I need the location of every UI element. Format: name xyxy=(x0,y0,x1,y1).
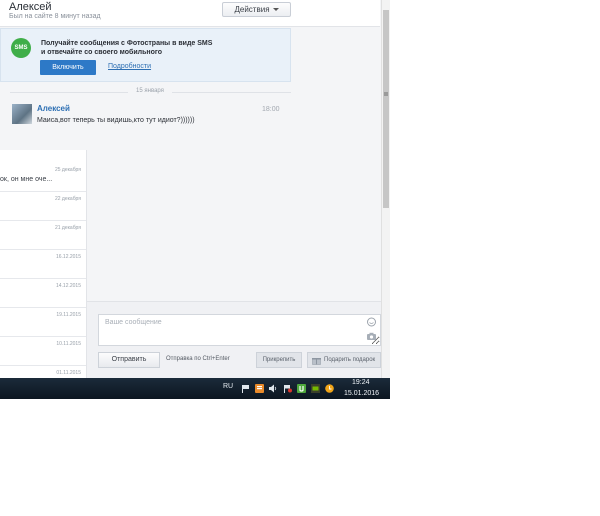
conversation-date: 01.11.2015 xyxy=(56,370,81,376)
conversation-date: 10.11.2015 xyxy=(56,341,81,347)
last-seen-status: Был на сайте 8 минут назад xyxy=(9,13,101,20)
update-icon[interactable] xyxy=(325,384,334,393)
clock-date[interactable]: 15.01.2016 xyxy=(344,390,379,397)
message-author[interactable]: Алексей xyxy=(37,104,70,113)
conversation-date: 19.11.2015 xyxy=(56,312,81,318)
details-link[interactable]: Подробности xyxy=(108,63,151,70)
scrollbar[interactable] xyxy=(381,0,390,378)
conversation-item[interactable]: 10.11.2015 xyxy=(0,337,86,366)
conversation-item[interactable]: 01.11.2015 xyxy=(0,366,86,378)
volume-icon[interactable] xyxy=(269,384,278,393)
conversation-item[interactable]: 25 декабря ок, он мне оче... xyxy=(0,163,86,192)
conversation-item[interactable]: 14.12.2015 xyxy=(0,279,86,308)
message-input[interactable] xyxy=(98,314,381,346)
utorrent-icon[interactable] xyxy=(297,384,306,393)
messenger-window: Алексей Был на сайте 8 минут назад Дейст… xyxy=(0,0,390,378)
clock-time[interactable]: 19:24 xyxy=(352,379,370,386)
attach-button[interactable]: Прикрепить xyxy=(256,352,302,368)
conversation-item[interactable]: 16.12.2015 xyxy=(0,250,86,279)
flag-icon[interactable] xyxy=(241,384,250,393)
smile-icon[interactable] xyxy=(366,317,377,327)
camera-icon[interactable] xyxy=(366,332,377,341)
chevron-down-icon xyxy=(272,8,279,12)
date-separator-label: 15 января xyxy=(128,88,172,94)
send-hint: Отправка по Ctrl+Enter xyxy=(166,356,230,362)
scrollbar-thumb[interactable] xyxy=(383,10,389,208)
actions-dropdown[interactable]: Действия xyxy=(222,2,291,17)
message-time: 18:00 xyxy=(262,106,280,113)
conversation-item[interactable]: 22 декабря xyxy=(0,192,86,221)
conversation-date: 14.12.2015 xyxy=(55,283,81,289)
app-icon[interactable] xyxy=(255,384,264,393)
nvidia-icon[interactable] xyxy=(311,384,320,393)
actions-label: Действия xyxy=(234,5,270,14)
conversation-date: 16.12.2015 xyxy=(55,254,81,260)
conversation-date: 21 декабря xyxy=(54,225,81,231)
enable-sms-button[interactable]: Включить xyxy=(40,60,96,75)
conversation-date: 25 декабря xyxy=(54,167,81,173)
flag-red-icon[interactable] xyxy=(283,384,292,393)
conversation-item[interactable]: 19.11.2015 xyxy=(0,308,86,337)
gift-button[interactable]: Подарить подарок xyxy=(307,352,381,368)
sms-promo-banner: SMS Получайте сообщения с Фотостраны в в… xyxy=(0,28,291,82)
conversation-date: 22 декабря xyxy=(54,196,81,202)
separator-line-right xyxy=(172,92,291,93)
gift-icon xyxy=(312,358,321,365)
send-button[interactable]: Отправить xyxy=(98,352,160,368)
language-indicator[interactable]: RU xyxy=(223,383,233,390)
conversation-preview: ок, он мне оче... xyxy=(0,176,53,183)
separator-line-left xyxy=(10,92,128,93)
sms-promo-line2: и отвечайте со своего мобильного xyxy=(41,49,163,56)
taskbar: RU 19:24 15.01.2016 xyxy=(0,378,390,399)
scrollbar-grip-icon xyxy=(384,92,388,96)
gift-label: Подарить подарок xyxy=(324,357,376,363)
message-text: Маиса,вот теперь ты видишь,кто тут идиот… xyxy=(37,117,195,124)
message-composer: Отправить Отправка по Ctrl+Enter Прикреп… xyxy=(87,301,381,378)
sms-promo-line1: Получайте сообщения с Фотостраны в виде … xyxy=(41,40,213,47)
sms-promo-text: Получайте сообщения с Фотостраны в виде … xyxy=(41,39,281,57)
sms-icon: SMS xyxy=(11,38,31,58)
contact-name[interactable]: Алексей xyxy=(9,1,52,13)
date-separator: 15 января xyxy=(0,88,291,98)
avatar[interactable] xyxy=(12,104,32,124)
conversation-item[interactable]: 21 декабря xyxy=(0,221,86,250)
conversation-list: 25 декабря ок, он мне оче... 22 декабря … xyxy=(0,150,87,378)
chat-header: Алексей Был на сайте 8 минут назад Дейст… xyxy=(0,0,380,27)
